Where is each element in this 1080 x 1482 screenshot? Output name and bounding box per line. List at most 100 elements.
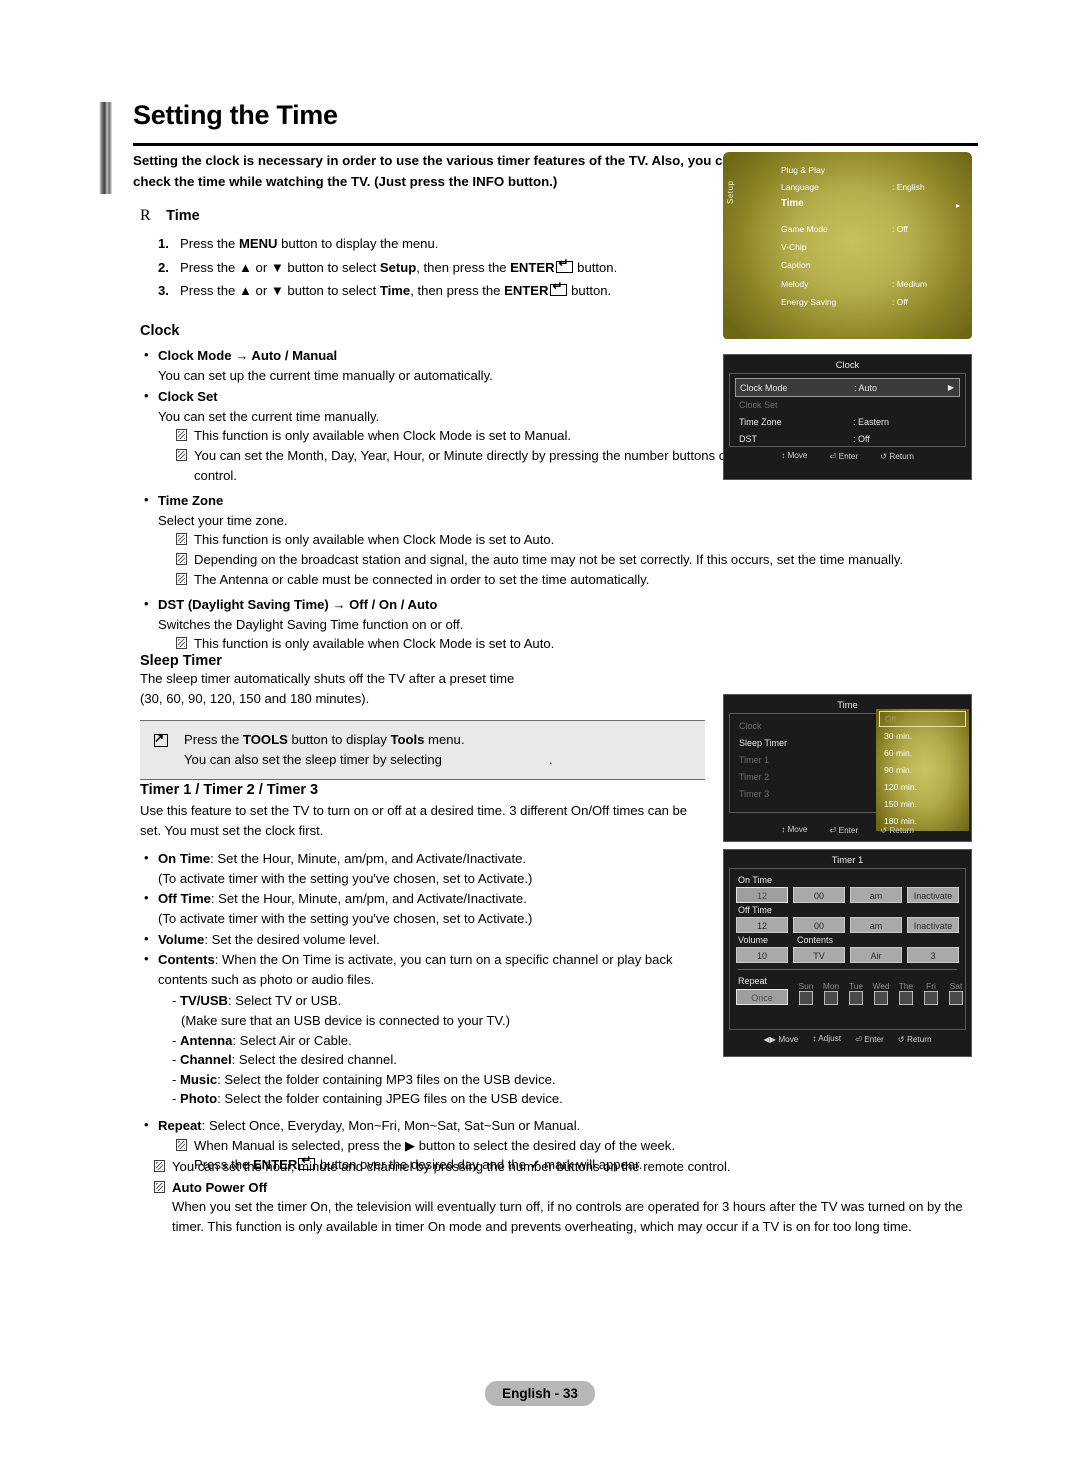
checkbox-icon[interactable] <box>924 991 938 1005</box>
contents-line: Contents: When the On Time is activate, … <box>158 950 705 989</box>
osd-clock-row-clock-set[interactable]: Clock Set <box>735 397 960 414</box>
header-divider <box>133 143 978 146</box>
checkbox-icon[interactable] <box>849 991 863 1005</box>
bullet-icon: • <box>144 1116 149 1132</box>
header-accent-bar <box>99 102 112 194</box>
step-3-bold-2: ENTER <box>504 283 549 299</box>
tools-line-2: You can also set the sleep timer by sele… <box>184 750 695 770</box>
bullet-icon: • <box>144 347 149 362</box>
osd-setup-item-time[interactable]: Time <box>781 198 804 209</box>
osd-timer1-on-minute[interactable]: 00 <box>793 887 845 903</box>
osd-clock-row-time-zone[interactable]: Time Zone : Eastern <box>735 414 960 431</box>
checkbox-icon[interactable] <box>824 991 838 1005</box>
checkbox-icon[interactable] <box>949 991 963 1005</box>
osd-timer1-volume-value[interactable]: 10 <box>736 947 788 963</box>
tools-line-2-text: You can also set the sleep timer by sele… <box>184 752 442 768</box>
sub-item-antenna: - Antenna: Select Air or Cable. <box>172 1031 705 1051</box>
time-zone-note-2-text: Depending on the broadcast station and s… <box>194 551 904 567</box>
off-time-desc: : Set the Hour, Minute, am/pm, and Activ… <box>210 891 527 907</box>
osd-timer1-contents-channel[interactable]: 3 <box>907 947 959 963</box>
osd-timer1-off-ampm[interactable]: am <box>850 917 902 933</box>
auto-power-off-title-row: Auto Power Off <box>154 1178 990 1198</box>
osd-clock-title: Clock <box>835 359 860 370</box>
osd-setup-item-caption[interactable]: Caption <box>781 260 810 270</box>
osd-timer1-contents-source[interactable]: TV <box>793 947 845 963</box>
clock-set-note-2-text: You can set the Month, Day, Year, Hour, … <box>194 447 800 483</box>
sub-desc-photo: : Select the folder containing JPEG file… <box>217 1091 563 1107</box>
checkbox-icon[interactable] <box>874 991 888 1005</box>
osd-timer1-day-wed[interactable]: Wed <box>870 981 892 1005</box>
contents-desc: : When the On Time is activate, you can … <box>158 952 673 987</box>
volume-label: Volume <box>158 931 205 947</box>
sub-label-tvusb: TV/USB <box>180 993 229 1009</box>
note-icon <box>176 533 187 546</box>
osd-clock-row-dst[interactable]: DST : Off <box>735 431 960 448</box>
tools-line-1-d: Tools <box>390 732 425 748</box>
page-title: Setting the Time <box>133 100 338 130</box>
return-icon: ↺ <box>880 452 888 461</box>
dst-title: DST (Daylight Saving Time) → Off / On / … <box>158 597 438 613</box>
sub-label-photo: Photo <box>180 1091 218 1107</box>
timers-desc: Use this feature to set the TV to turn o… <box>140 803 688 838</box>
osd-timer1-volume-label: Volume <box>738 935 769 945</box>
section-marker: R <box>140 207 151 224</box>
osd-timer1-contents-antenna[interactable]: Air <box>850 947 902 963</box>
dst-item: • DST (Daylight Saving Time) → Off / On … <box>144 595 980 654</box>
note-icon <box>176 1138 187 1151</box>
osd-setup-tab-label: Setup <box>726 180 735 204</box>
checkbox-icon[interactable] <box>799 991 813 1005</box>
osd-sleep-option-60[interactable]: 60 min. <box>876 745 969 762</box>
step-2-number: 2. <box>158 259 169 275</box>
osd-timer1-on-ampm[interactable]: am <box>850 887 902 903</box>
osd-setup-value-game-mode: : Off <box>892 224 908 234</box>
time-zone-note-2: Depending on the broadcast station and s… <box>176 550 1006 570</box>
section-heading-time: Time <box>166 208 200 224</box>
osd-setup-item-language[interactable]: Language <box>781 182 819 192</box>
step-3-bold-1: Time <box>379 283 411 299</box>
osd-timer1-day-sat[interactable]: Sat <box>945 981 967 1005</box>
osd-timer1-day-thu[interactable]: The <box>895 981 917 1005</box>
note-icon <box>176 637 187 650</box>
osd-clock-value-time-zone: : Eastern <box>853 417 890 427</box>
checkbox-icon[interactable] <box>899 991 913 1005</box>
osd-setup-item-game-mode[interactable]: Game Mode <box>781 224 828 234</box>
tools-icon <box>154 731 168 748</box>
osd-sleep-option-150[interactable]: 150 min. <box>876 796 969 813</box>
osd-timer1-repeat-value[interactable]: Once <box>736 989 788 1005</box>
time-zone-note-3-text: The Antenna or cable must be connected i… <box>194 571 650 587</box>
repeat-label: Repeat <box>158 1117 202 1133</box>
osd-timer1-on-hour[interactable]: 12 <box>736 887 788 903</box>
step-1-number: 1. <box>158 236 169 251</box>
osd-setup-item-v-chip[interactable]: V-Chip <box>781 242 807 252</box>
clock-set-note-2: You can set the Month, Day, Year, Hour, … <box>176 446 816 485</box>
osd-timer1-day-fri[interactable]: Fri <box>920 981 942 1005</box>
dash-icon: - <box>172 1052 180 1068</box>
osd-timer1-day-mon[interactable]: Mon <box>820 981 842 1005</box>
bullet-icon: • <box>144 890 149 906</box>
osd-setup-item-melody[interactable]: Melody <box>781 279 808 289</box>
repeat-line: Repeat: Select Once, Everyday, Mon~Fri, … <box>158 1116 878 1136</box>
osd-timer1-on-state[interactable]: Inactivate <box>907 887 959 903</box>
osd-clock-row-clock-mode[interactable]: Clock Mode : Auto ▶ <box>735 378 960 397</box>
osd-timer1-off-hour[interactable]: 12 <box>736 917 788 933</box>
page-number-badge: English - 33 <box>485 1381 595 1406</box>
osd-timer1-off-state[interactable]: Inactivate <box>907 917 959 933</box>
contents-item: • Contents: When the On Time is activate… <box>144 950 705 1109</box>
osd-timer1-day-sun[interactable]: Sun <box>795 981 817 1005</box>
return-icon: ↺ <box>897 1035 905 1044</box>
sleep-timer-section: Sleep Timer The sleep timer automaticall… <box>140 653 705 781</box>
osd-sleep-option-120[interactable]: 120 min. <box>876 779 969 796</box>
dst-desc: Switches the Daylight Saving Time functi… <box>158 616 464 632</box>
osd-timer1-off-minute[interactable]: 00 <box>793 917 845 933</box>
osd-timer1-day-tue[interactable]: Tue <box>845 981 867 1005</box>
osd-setup-item-plug-play[interactable]: Plug & Play <box>781 165 825 175</box>
tools-line-2-end: . <box>549 752 553 768</box>
enter-icon: ⏎ <box>829 452 837 461</box>
off-time-label: Off Time <box>158 891 211 907</box>
osd-sleep-option-30[interactable]: 30 min. <box>876 728 969 745</box>
osd-setup-item-energy-saving[interactable]: Energy Saving <box>781 297 836 307</box>
osd-sleep-option-off[interactable]: Off <box>879 711 966 727</box>
dst-note-1: This function is only available when Clo… <box>176 634 980 654</box>
osd-sleep-option-90[interactable]: 90 min. <box>876 762 969 779</box>
dash-icon: - <box>172 1032 180 1048</box>
